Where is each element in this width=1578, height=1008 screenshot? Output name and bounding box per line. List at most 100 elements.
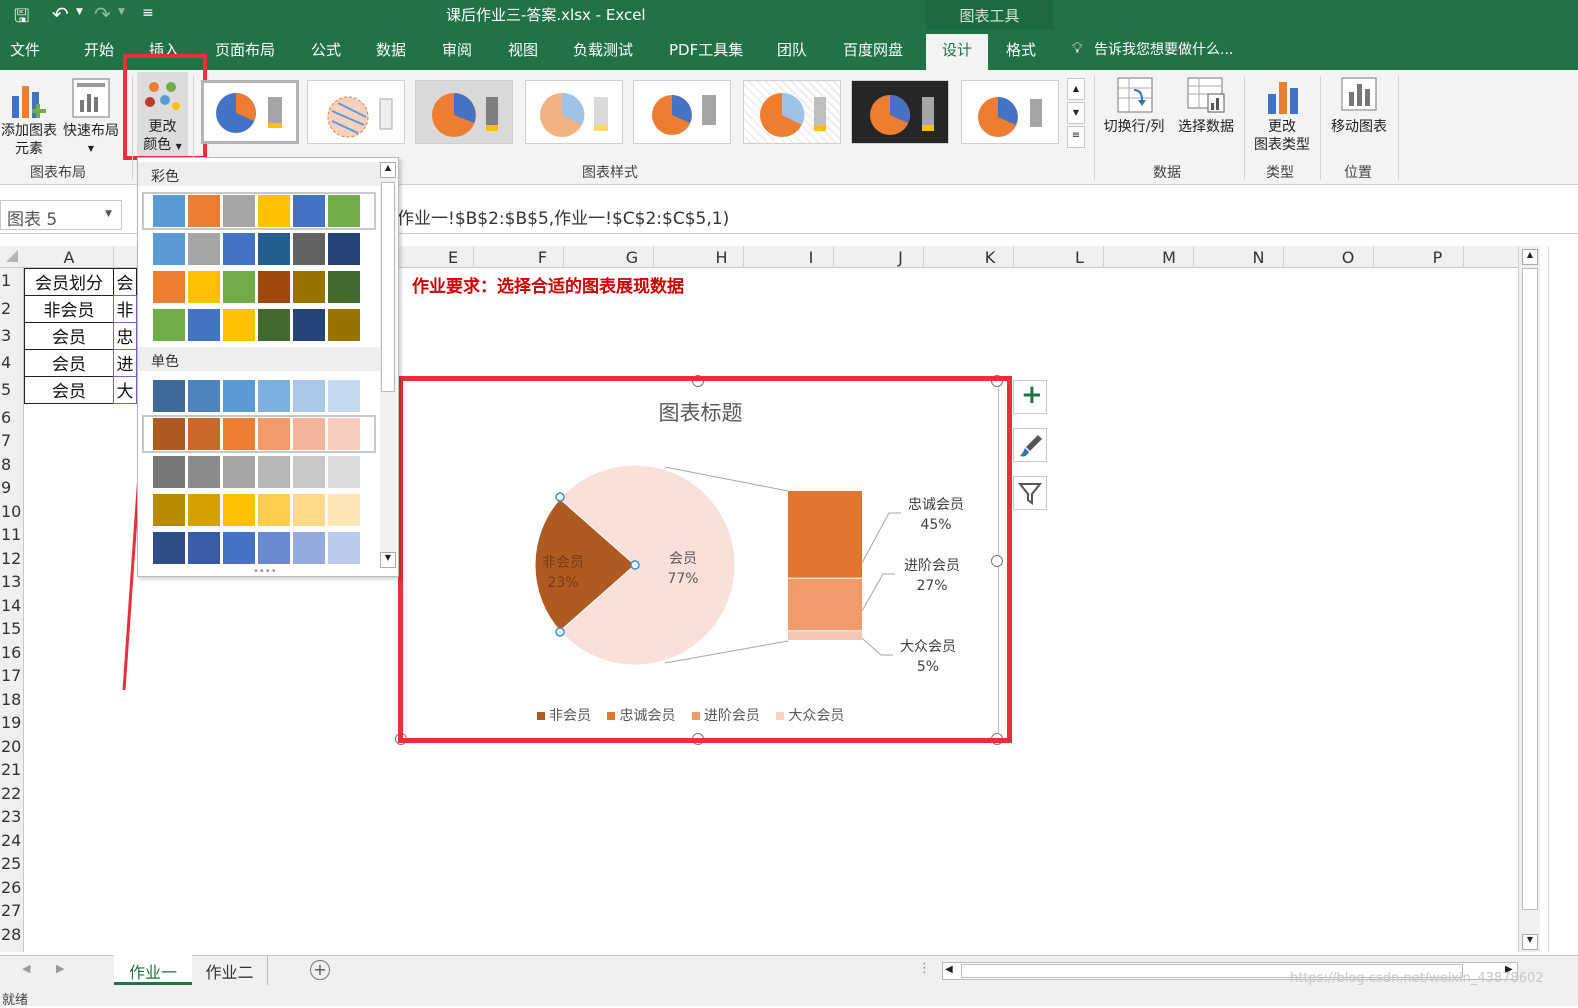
chart-style-3[interactable] xyxy=(415,80,513,144)
move-chart-button[interactable]: 移动图表 xyxy=(1324,76,1394,146)
styles-more-button[interactable]: ≡ xyxy=(1067,126,1085,148)
row-header[interactable]: 1 xyxy=(0,271,24,290)
chart-style-7[interactable] xyxy=(851,80,949,144)
row-header[interactable]: 15 xyxy=(0,619,24,638)
scroll-up-arrow[interactable]: ▲ xyxy=(380,162,396,178)
row-header[interactable]: 26 xyxy=(0,878,24,897)
column-header[interactable]: E xyxy=(408,248,498,267)
sheet-scroll-right-icon[interactable]: ▶ xyxy=(56,962,64,975)
tab-baidu-netdisk[interactable]: 百度网盘 xyxy=(843,39,903,60)
tab-split-handle[interactable]: ⋮ xyxy=(918,961,931,976)
column-header[interactable]: H xyxy=(677,248,766,267)
tab-review[interactable]: 审阅 xyxy=(442,39,472,60)
row-header[interactable]: 6 xyxy=(0,408,24,427)
row-header[interactable]: 9 xyxy=(0,478,24,497)
scroll-left-arrow[interactable]: ◀ xyxy=(945,964,953,975)
row-header[interactable]: 28 xyxy=(0,925,24,944)
chart-style-2[interactable] xyxy=(307,80,405,144)
column-header[interactable]: J xyxy=(856,248,945,267)
sheet-tab-active[interactable]: 作业一 xyxy=(114,955,192,985)
select-data-button[interactable]: 选择数据 xyxy=(1172,76,1240,146)
row-header[interactable]: 19 xyxy=(0,713,24,732)
row-header[interactable]: 3 xyxy=(0,326,24,345)
scroll-thumb[interactable] xyxy=(1522,268,1538,910)
row-header[interactable]: 11 xyxy=(0,525,24,544)
column-header[interactable]: P xyxy=(1393,248,1482,267)
sheet-scroll-left-icon[interactable]: ◀ xyxy=(22,962,30,975)
row-header[interactable]: 27 xyxy=(0,901,24,920)
cell-a5[interactable]: 会员 xyxy=(24,376,114,404)
row-header[interactable]: 17 xyxy=(0,666,24,685)
row-header[interactable]: 24 xyxy=(0,831,24,850)
row-header[interactable]: 5 xyxy=(0,380,24,399)
row-header[interactable]: 4 xyxy=(0,353,24,372)
row-header[interactable]: 22 xyxy=(0,784,24,803)
customize-qat-icon[interactable]: ≡ xyxy=(142,5,154,21)
cell-a1[interactable]: 会员划分 xyxy=(24,268,114,296)
scroll-down-arrow[interactable]: ▼ xyxy=(380,552,396,568)
tab-pdf-tools[interactable]: PDF工具集 xyxy=(669,39,743,60)
tab-view[interactable]: 视图 xyxy=(508,39,538,60)
chart-styles-button[interactable] xyxy=(1013,428,1047,462)
name-box[interactable]: 图表 5 ▼ xyxy=(0,200,122,230)
tab-file[interactable]: 文件 xyxy=(10,39,40,60)
tell-me-search[interactable]: 告诉我您想要做什么... xyxy=(1094,39,1233,59)
tab-home[interactable]: 开始 xyxy=(84,39,114,60)
cell-a4[interactable]: 会员 xyxy=(24,349,114,377)
undo-dropdown-icon[interactable]: ▼ xyxy=(76,7,83,17)
row-header[interactable]: 16 xyxy=(0,643,24,662)
tab-team[interactable]: 团队 xyxy=(777,39,807,60)
row-header[interactable]: 8 xyxy=(0,455,24,474)
column-header[interactable]: O xyxy=(1303,248,1393,267)
column-header[interactable]: F xyxy=(498,248,587,267)
chart-style-5[interactable] xyxy=(633,80,731,144)
column-header[interactable]: M xyxy=(1124,248,1214,267)
tab-page-layout[interactable]: 页面布局 xyxy=(215,39,275,60)
row-header[interactable]: 20 xyxy=(0,737,24,756)
redo-dropdown-icon[interactable]: ▼ xyxy=(118,7,125,17)
chart-style-8[interactable] xyxy=(961,80,1059,144)
row-header[interactable]: 18 xyxy=(0,690,24,709)
undo-icon[interactable]: ↶ xyxy=(52,2,69,26)
column-header[interactable]: L xyxy=(1035,248,1124,267)
styles-scroll-up[interactable]: ▲ xyxy=(1067,78,1085,100)
tab-formulas[interactable]: 公式 xyxy=(311,39,341,60)
vertical-scrollbar[interactable]: ▲ ▼ xyxy=(1518,246,1540,952)
row-header[interactable]: 7 xyxy=(0,431,24,450)
column-header[interactable]: K xyxy=(945,248,1035,267)
redo-icon[interactable]: ↷ xyxy=(94,2,111,26)
chart-style-4[interactable] xyxy=(525,80,623,144)
chart-style-1[interactable] xyxy=(201,80,299,144)
palette-resize-grip[interactable]: •••• xyxy=(253,566,277,577)
tab-design[interactable]: 设计 xyxy=(926,34,988,70)
add-chart-element-button[interactable]: 添加图表 元素 xyxy=(0,76,58,157)
row-header[interactable]: 10 xyxy=(0,502,24,521)
styles-scroll-down[interactable]: ▼ xyxy=(1067,102,1085,124)
cell-a2[interactable]: 非会员 xyxy=(24,295,114,323)
row-header[interactable]: 14 xyxy=(0,596,24,615)
sheet-tab[interactable]: 作业二 xyxy=(192,955,268,985)
switch-row-column-button[interactable]: 切换行/列 xyxy=(1100,76,1168,146)
row-header[interactable]: 25 xyxy=(0,854,24,873)
scroll-thumb[interactable] xyxy=(381,182,395,392)
row-header[interactable]: 21 xyxy=(0,760,24,779)
row-header[interactable]: 23 xyxy=(0,807,24,826)
chart-elements-button[interactable]: + xyxy=(1013,380,1047,414)
scroll-down-arrow[interactable]: ▼ xyxy=(1522,934,1538,950)
scroll-up-arrow[interactable]: ▲ xyxy=(1522,249,1538,265)
select-all-corner[interactable] xyxy=(6,250,18,262)
change-chart-type-button[interactable]: 更改 图表类型 xyxy=(1248,76,1316,158)
row-header[interactable]: 13 xyxy=(0,572,24,591)
cell-a3[interactable]: 会员 xyxy=(24,322,114,350)
column-header[interactable]: N xyxy=(1214,248,1303,267)
chart-style-6[interactable] xyxy=(743,80,841,144)
quick-layout-button[interactable]: 快速布局 ▼ xyxy=(60,76,122,156)
tab-data[interactable]: 数据 xyxy=(376,39,406,60)
tab-load-test[interactable]: 负载测试 xyxy=(573,39,633,60)
palette-scrollbar[interactable]: ▲ ▼ xyxy=(380,162,396,568)
row-header[interactable]: 12 xyxy=(0,549,24,568)
column-header[interactable]: G xyxy=(587,248,677,267)
chart-filters-button[interactable] xyxy=(1013,476,1047,510)
add-sheet-button[interactable]: + xyxy=(310,960,330,980)
column-header[interactable]: A xyxy=(24,248,114,267)
